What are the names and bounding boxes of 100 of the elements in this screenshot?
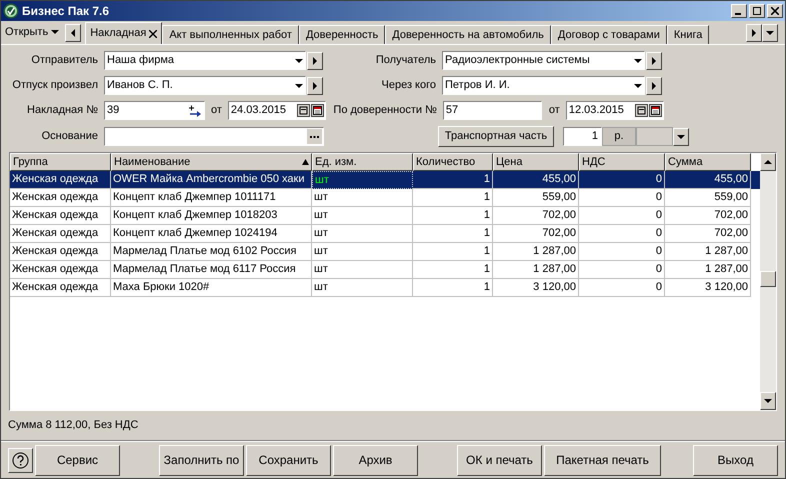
currency-field: р.: [602, 127, 636, 146]
today-button[interactable]: [296, 104, 310, 117]
tab[interactable]: Акт выполненных работ: [162, 25, 299, 44]
combo-value: Радиоэлектронные системы: [445, 53, 590, 68]
action-button[interactable]: Сохранить: [246, 444, 331, 476]
field-label: Получатель: [376, 53, 436, 68]
combo-field[interactable]: Наша фирма: [104, 51, 306, 70]
basis-field[interactable]: [104, 127, 324, 146]
action-button[interactable]: Архив: [333, 444, 418, 476]
scroll-left-button[interactable]: [65, 24, 82, 42]
caret-right-icon: [652, 56, 656, 64]
table-cell: 1: [413, 279, 493, 297]
help-button[interactable]: [8, 448, 33, 472]
action-button[interactable]: ОК и печать: [457, 444, 542, 476]
calendar-day-icon: [298, 106, 308, 115]
scrollbar[interactable]: [760, 153, 776, 410]
maximize-icon: [753, 7, 761, 15]
action-button[interactable]: Заполнить по: [159, 444, 244, 476]
table-cell: шт: [312, 279, 413, 297]
tab-list-button[interactable]: [762, 24, 778, 42]
combo-value: Наша фирма: [107, 53, 174, 68]
action-button[interactable]: Выход: [693, 444, 778, 476]
tab[interactable]: Доверенность на автомобиль: [385, 25, 551, 44]
window-title: Бизнес Пак 7.6: [22, 3, 110, 20]
caret-down-icon: [764, 399, 772, 403]
calendar-button[interactable]: [310, 104, 324, 117]
caret-right-icon: [313, 56, 317, 64]
action-button[interactable]: Сервис: [35, 444, 120, 476]
table-row[interactable]: Женская одежда OWER Майка Ambercrombie 050 хаки шт 1 455,00 0 455,00: [10, 171, 760, 189]
close-icon: [771, 7, 779, 15]
minimize-button[interactable]: [731, 4, 747, 18]
field-label: Через кого: [382, 78, 436, 94]
close-button[interactable]: [767, 4, 783, 18]
caret-down-icon: [677, 134, 685, 138]
date-field[interactable]: 24.03.2015: [228, 101, 326, 120]
browse-button[interactable]: [307, 129, 322, 144]
column-header[interactable]: Сумма: [665, 153, 751, 171]
dropdown-button[interactable]: [673, 128, 689, 146]
increment-arrow-icon: [188, 104, 202, 116]
date-field[interactable]: 12.03.2015: [566, 101, 664, 120]
select-button[interactable]: [646, 76, 662, 94]
close-icon: [149, 30, 158, 38]
caret-right-icon: [313, 82, 317, 90]
select-button[interactable]: [646, 52, 662, 70]
quantity-field[interactable]: 1: [563, 127, 602, 146]
scroll-down-button[interactable]: [760, 392, 776, 410]
dropdown-arrow-icon: [295, 84, 303, 88]
invoice-number-field[interactable]: 39: [104, 101, 205, 120]
table-cell: Женская одежда: [10, 279, 111, 297]
field-label: Накладная №: [27, 103, 98, 118]
tab[interactable]: Накладная: [85, 22, 162, 44]
column-header[interactable]: Количество: [413, 153, 493, 171]
calendar-icon: [650, 106, 660, 115]
proxy-number-field[interactable]: 57: [442, 101, 542, 120]
scroll-right-button[interactable]: [746, 24, 762, 42]
help-icon: [12, 452, 29, 468]
column-header[interactable]: Группа: [10, 153, 111, 171]
dropdown-arrow-icon: [634, 84, 642, 88]
status-text: Сумма 8 112,00, Без НДС: [8, 418, 138, 434]
select-button[interactable]: [307, 52, 323, 70]
field-label: По доверенности №: [333, 103, 437, 118]
sort-ascending-icon: [302, 159, 309, 165]
table-cell: 3 120,00: [493, 279, 579, 297]
today-button[interactable]: [634, 104, 648, 117]
maximize-button[interactable]: [749, 4, 765, 18]
column-header[interactable]: НДС: [579, 153, 665, 171]
caret-down-icon: [51, 30, 60, 34]
field-label: Отпуск произвел: [12, 78, 98, 94]
date-label: от: [210, 103, 223, 118]
select-button[interactable]: [307, 76, 323, 94]
tab[interactable]: Договор с товарами: [550, 25, 667, 44]
caret-right-icon: [752, 29, 756, 37]
field-label: Основание: [42, 129, 98, 144]
scroll-thumb[interactable]: [760, 271, 776, 287]
date-label: от: [548, 103, 561, 118]
scroll-up-button[interactable]: [760, 153, 776, 171]
dropdown-arrow-icon: [634, 58, 642, 62]
calendar-icon: [312, 106, 322, 115]
caret-up-icon: [764, 160, 772, 164]
dropdown-arrow-icon: [295, 58, 303, 62]
combo-value: Петров И. И.: [445, 78, 510, 94]
combo-field[interactable]: Иванов С. П.: [104, 76, 306, 95]
app-logo-icon: [3, 3, 19, 19]
tab[interactable]: Книга: [666, 25, 710, 44]
table-cell: 3 120,00: [665, 279, 751, 297]
transport-button[interactable]: Транспортная часть: [438, 126, 554, 147]
column-header[interactable]: Цена: [493, 153, 579, 171]
open-menu[interactable]: Открыть: [5, 22, 66, 42]
table-cell: Маха Брюки 1020#: [111, 279, 312, 297]
tab[interactable]: Доверенность: [298, 25, 386, 44]
combo-field[interactable]: Петров И. И.: [442, 76, 645, 95]
calendar-day-icon: [636, 106, 646, 115]
calendar-button[interactable]: [648, 104, 662, 117]
caret-right-icon: [652, 82, 656, 90]
column-header[interactable]: Наименование: [111, 153, 312, 171]
action-button[interactable]: Пакетная печать: [544, 444, 661, 476]
caret-down-icon: [766, 31, 774, 35]
column-header[interactable]: Ед. изм.: [312, 153, 413, 171]
combo-field[interactable]: Радиоэлектронные системы: [442, 51, 645, 70]
field-label: Отправитель: [31, 53, 98, 68]
